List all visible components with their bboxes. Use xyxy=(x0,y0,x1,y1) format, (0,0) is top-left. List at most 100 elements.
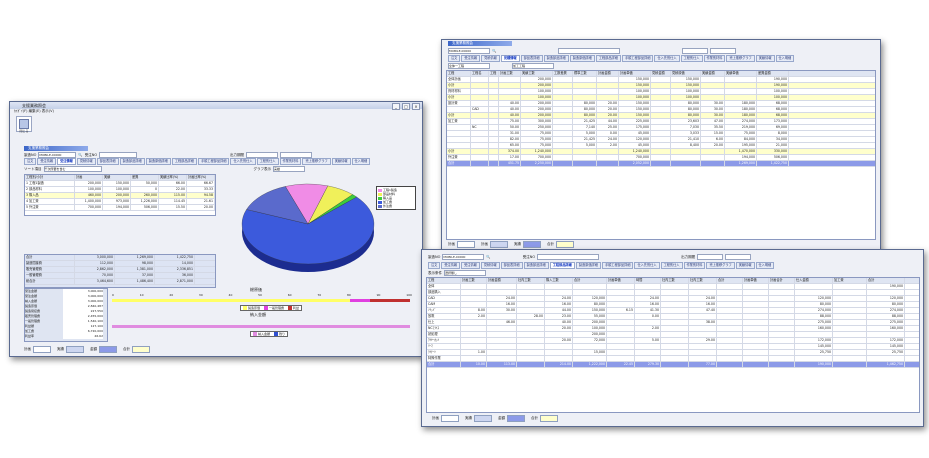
plan-button[interactable]: 計画 xyxy=(432,415,459,422)
period-to-input[interactable] xyxy=(710,48,737,54)
tab-item[interactable]: 製造部品詳細 xyxy=(543,55,569,62)
table-cell xyxy=(635,284,661,289)
period-to-input[interactable] xyxy=(725,254,752,260)
period-from-input[interactable] xyxy=(682,48,709,54)
plan-button[interactable]: 計画 xyxy=(448,241,475,248)
tab-item[interactable]: 注文 xyxy=(428,262,441,269)
menu-edit[interactable]: 編集(E) xyxy=(29,109,41,113)
total-button[interactable]: 合計 xyxy=(123,346,150,353)
tab-item[interactable]: 売上推移グラフ xyxy=(706,262,735,269)
tab-item[interactable]: 工程別仕入 xyxy=(256,158,279,165)
tab-item[interactable]: 見積情報 xyxy=(500,55,520,62)
period-from-input[interactable] xyxy=(697,254,724,260)
tab-item[interactable]: 受注情報 xyxy=(57,158,76,165)
tab-item[interactable]: 製造部品詳細 xyxy=(119,158,145,165)
tab-item[interactable]: 実績情報 xyxy=(735,262,755,269)
tab-item[interactable]: 実績情報 xyxy=(755,55,775,62)
code-input[interactable]: MOBILE-00000 xyxy=(448,48,490,54)
table-cell: 製造間接費 xyxy=(25,261,75,266)
actual-button[interactable]: 実績 xyxy=(465,415,492,422)
table-row[interactable]: 合計 10.00 113.00 214.00 1,222,000 22.45 279.30 7… xyxy=(427,362,919,368)
shop-input[interactable] xyxy=(558,48,621,54)
tab-item[interactable]: 受注情報 xyxy=(461,55,481,62)
table-cell xyxy=(447,137,471,142)
table-cell: ﾗｲﾅｰﾄ xyxy=(427,350,461,355)
column-header: 時間 xyxy=(635,278,661,283)
table-cell: 3,033 xyxy=(671,131,701,136)
tab-item[interactable]: 作業別材料 xyxy=(683,262,706,269)
tab-item[interactable]: 手順工程部品詳細 xyxy=(197,158,230,165)
table-cell xyxy=(573,77,597,82)
search-icon[interactable]: 🔍 xyxy=(78,153,82,157)
table-row[interactable]: 5 外注費 700,000 194,000 506,000 15.50 20.00 xyxy=(25,205,215,211)
table-cell xyxy=(517,338,545,343)
tab-item[interactable]: 製造原価詳細 xyxy=(569,55,595,62)
tab-item[interactable]: 仕入明細 xyxy=(351,158,371,165)
actual-button[interactable]: 実績 xyxy=(514,241,541,248)
search-icon[interactable]: 🔍 xyxy=(486,255,490,259)
table-row[interactable]: 合計 451.75 2,250,000 2,052,000 1,269,000 1,422… xyxy=(447,161,875,167)
column-header: 社内工数 xyxy=(661,278,689,283)
filter-select[interactable]: 全体一工程 xyxy=(448,63,490,69)
tab-item[interactable]: 工程部品詳細 xyxy=(549,262,575,269)
table-cell: 4 加工費 xyxy=(25,199,75,204)
tab-item[interactable]: 売上推移グラフ xyxy=(302,158,331,165)
filter-select[interactable]: 千次所要を含む xyxy=(43,166,102,172)
table-cell xyxy=(471,83,489,88)
search-icon[interactable]: 🔍 xyxy=(492,49,496,53)
tab-item[interactable]: 仕入先別仕入 xyxy=(230,158,256,165)
table-cell xyxy=(743,326,769,331)
tab-item[interactable]: 部品表詳細 xyxy=(500,262,523,269)
tab-item[interactable]: 仕入明細 xyxy=(755,262,775,269)
tab-item[interactable]: 部品表詳細 xyxy=(96,158,119,165)
tab-item[interactable]: 仕入明細 xyxy=(775,55,795,62)
tab-item[interactable]: 受注情報 xyxy=(37,158,57,165)
tab-item[interactable]: 工程別仕入 xyxy=(680,55,703,62)
tab-item[interactable]: 見積情報 xyxy=(481,55,500,62)
tab-item[interactable]: 受注情報 xyxy=(441,262,461,269)
menu-file[interactable]: ｶｲｶﾞｲ(F) xyxy=(14,109,28,113)
tab-item[interactable]: 工程部品詳細 xyxy=(595,55,621,62)
tab-item[interactable]: 工程別仕入 xyxy=(660,262,683,269)
plan-button[interactable]: 計画 xyxy=(24,346,51,353)
tab-item[interactable]: 仕入先別仕入 xyxy=(654,55,680,62)
tab-item[interactable]: 製造原価詳細 xyxy=(145,158,171,165)
column-header: 差異金額 xyxy=(757,71,789,76)
shop-input[interactable] xyxy=(537,254,600,260)
table-cell: 80,000 xyxy=(573,107,597,112)
tab-item[interactable]: 仕入先別仕入 xyxy=(634,262,660,269)
tab-item[interactable]: 製造部品詳細 xyxy=(523,262,549,269)
tab-item[interactable]: 実績情報 xyxy=(331,158,351,165)
tab-item[interactable]: 注文 xyxy=(448,55,461,62)
table-cell: 40.00 xyxy=(545,320,573,325)
table-cell xyxy=(651,155,671,160)
tab-item[interactable]: 売上推移グラフ xyxy=(726,55,755,62)
actual-button[interactable]: 実績 xyxy=(57,346,84,353)
tab-item[interactable]: 作業別材料 xyxy=(703,55,726,62)
filter-select[interactable]: 選択無し xyxy=(444,270,486,276)
table-cell xyxy=(833,338,867,343)
tab-item[interactable]: 作業別材料 xyxy=(279,158,302,165)
table-cell: 274,000 xyxy=(867,308,905,313)
tab-item[interactable]: 見積情報 xyxy=(480,262,500,269)
menu-view[interactable]: 表示(V) xyxy=(42,109,54,113)
tab-item[interactable]: 受注情報 xyxy=(461,262,480,269)
table-cell: 30.00 xyxy=(701,113,725,118)
tab-item[interactable]: 注文 xyxy=(24,158,37,165)
tab-item[interactable]: 部品表詳細 xyxy=(520,55,543,62)
plan2-button[interactable]: 計画 xyxy=(481,241,508,248)
tab-item[interactable]: 見積情報 xyxy=(76,158,96,165)
amount-button[interactable]: 金額 xyxy=(498,415,525,422)
code-input[interactable]: MOBILE-00000 xyxy=(442,254,485,260)
filter2-select[interactable]: 加工工程 xyxy=(512,63,554,69)
table-cell xyxy=(489,131,499,136)
amount-button[interactable]: 金額 xyxy=(90,346,117,353)
tab-item[interactable]: 手順工程部品詳細 xyxy=(601,262,634,269)
table-cell: 88,000 xyxy=(795,314,833,319)
close-tool-button[interactable]: 閉じる xyxy=(16,116,32,133)
tab-item[interactable]: 手順工程部品詳細 xyxy=(621,55,654,62)
tab-item[interactable]: 工程部品詳細 xyxy=(171,158,197,165)
total-button[interactable]: 合計 xyxy=(531,415,558,422)
tab-item[interactable]: 製造原価詳細 xyxy=(575,262,601,269)
total-button[interactable]: 合計 xyxy=(547,241,574,248)
